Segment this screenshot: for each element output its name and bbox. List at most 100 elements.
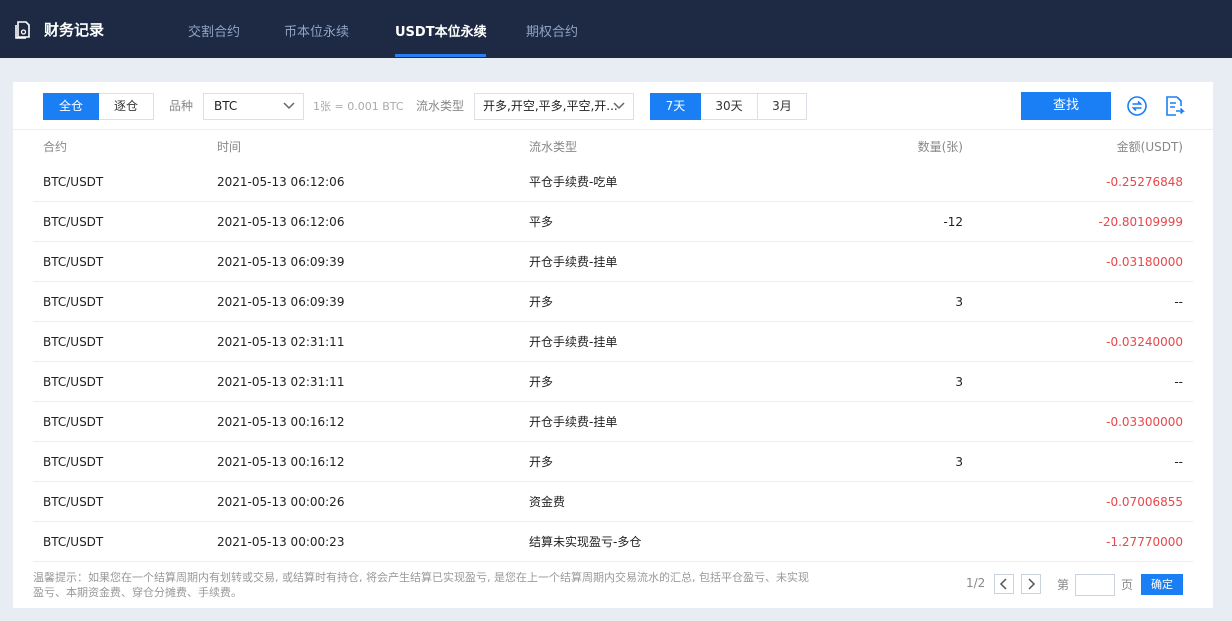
cell-amount: -1.27770000 xyxy=(1106,535,1183,549)
cell-contract: BTC/USDT xyxy=(43,375,104,389)
table-row: BTC/USDT 2021-05-13 00:16:12 开多 3 -- xyxy=(33,442,1193,482)
cell-time: 2021-05-13 06:12:06 xyxy=(217,175,345,189)
page-indicator: 1/2 xyxy=(966,576,986,590)
flow-type-select[interactable]: 开多,开空,平多,平空,开... xyxy=(474,93,634,120)
tab-usdt-margined[interactable]: USDT本位永续 xyxy=(395,0,487,58)
cell-contract: BTC/USDT xyxy=(43,295,104,309)
cell-amount: -- xyxy=(1174,375,1183,389)
tab-options[interactable]: 期权合约 xyxy=(526,0,578,58)
isolated-margin-option[interactable]: 逐仓 xyxy=(99,93,154,120)
col-time: 时间 xyxy=(217,140,242,154)
next-page-button[interactable] xyxy=(1021,574,1041,594)
cell-amount: -0.25276848 xyxy=(1106,175,1183,189)
cell-time: 2021-05-13 06:09:39 xyxy=(217,295,345,309)
table-row: BTC/USDT 2021-05-13 06:09:39 开仓手续费-挂单 -0.03… xyxy=(33,242,1193,282)
table-row: BTC/USDT 2021-05-13 06:09:39 开多 3 -- xyxy=(33,282,1193,322)
flow-type-label: 流水类型 xyxy=(416,99,465,113)
cell-flow-type: 资金费 xyxy=(529,495,566,509)
page-title: 财务记录 xyxy=(44,20,105,39)
symbol-value: BTC xyxy=(214,99,238,113)
brand: 财务记录 xyxy=(12,0,104,58)
table-row: BTC/USDT 2021-05-13 02:31:11 开仓手续费-挂单 -0.03… xyxy=(33,322,1193,362)
cross-margin-option[interactable]: 全仓 xyxy=(43,93,99,120)
confirm-page-button[interactable]: 确定 xyxy=(1141,574,1183,595)
goto-prefix: 第 xyxy=(1057,578,1070,592)
table-body: BTC/USDT 2021-05-13 06:12:06 平仓手续费-吃单 -0.25… xyxy=(33,162,1193,562)
cell-time: 2021-05-13 06:12:06 xyxy=(217,215,345,229)
cell-contract: BTC/USDT xyxy=(43,455,104,469)
position-mode-toggle: 全仓 逐仓 xyxy=(43,93,154,120)
col-amount: 金额(USDT) xyxy=(1116,140,1183,154)
cell-time: 2021-05-13 00:00:23 xyxy=(217,535,345,549)
cell-contract: BTC/USDT xyxy=(43,215,104,229)
table-row: BTC/USDT 2021-05-13 02:31:11 开多 3 -- xyxy=(33,362,1193,402)
symbol-select[interactable]: BTC xyxy=(203,93,304,120)
cell-time: 2021-05-13 06:09:39 xyxy=(217,255,345,269)
tab-coin-margined[interactable]: 币本位永续 xyxy=(284,0,349,58)
prev-page-button[interactable] xyxy=(994,574,1014,594)
range-30d-option[interactable]: 30天 xyxy=(701,93,758,120)
active-tab-indicator xyxy=(395,54,486,57)
cell-flow-type: 开多 xyxy=(529,295,554,309)
table-row: BTC/USDT 2021-05-13 00:00:26 资金费 -0.0700685… xyxy=(33,482,1193,522)
cell-amount: -0.03240000 xyxy=(1106,335,1183,349)
chevron-down-icon xyxy=(613,102,625,110)
cell-amount: -0.03300000 xyxy=(1106,415,1183,429)
cell-flow-type: 开仓手续费-挂单 xyxy=(529,415,618,429)
filter-bar: 全仓 逐仓 品种 BTC 1张 = 0.001 BTC 流水类型 开多,开空,平… xyxy=(13,82,1213,130)
page-number-input[interactable] xyxy=(1075,574,1115,596)
cell-time: 2021-05-13 00:00:26 xyxy=(217,495,345,509)
cell-quantity: -12 xyxy=(943,215,963,229)
cell-flow-type: 结算未实现盈亏-多仓 xyxy=(529,535,642,549)
cell-quantity: 3 xyxy=(955,375,963,389)
tips-line-2: 盈亏、本期资金费、穿仓分摊费、手续费。 xyxy=(33,586,242,599)
range-3m-option[interactable]: 3月 xyxy=(758,93,807,120)
goto-suffix: 页 xyxy=(1121,578,1134,592)
cell-time: 2021-05-13 02:31:11 xyxy=(217,375,345,389)
table-row: BTC/USDT 2021-05-13 00:16:12 开仓手续费-挂单 -0.03… xyxy=(33,402,1193,442)
cell-quantity: 3 xyxy=(955,455,963,469)
cell-contract: BTC/USDT xyxy=(43,255,104,269)
cell-flow-type: 开多 xyxy=(529,375,554,389)
cell-contract: BTC/USDT xyxy=(43,335,104,349)
cell-contract: BTC/USDT xyxy=(43,415,104,429)
swap-icon[interactable] xyxy=(1125,94,1149,118)
col-quantity: 数量(张) xyxy=(917,140,963,154)
cell-amount: -- xyxy=(1174,455,1183,469)
flow-type-value: 开多,开空,平多,平空,开... xyxy=(483,99,618,113)
tips-line-1: 温馨提示：如果您在一个结算周期内有划转或交易, 或结算时有持仓, 将会产生结算已… xyxy=(33,571,809,584)
date-range-toggle: 7天 30天 3月 xyxy=(650,93,807,120)
col-flow-type: 流水类型 xyxy=(529,140,578,154)
search-button[interactable]: 查找 xyxy=(1021,92,1111,120)
export-icon[interactable] xyxy=(1162,94,1186,118)
range-7d-option[interactable]: 7天 xyxy=(650,93,701,120)
cell-contract: BTC/USDT xyxy=(43,535,104,549)
cell-amount: -20.80109999 xyxy=(1098,215,1184,229)
table-header: 合约 时间 流水类型 数量(张) 金额(USDT) xyxy=(33,138,1193,158)
cell-flow-type: 平多 xyxy=(529,215,554,229)
symbol-label: 品种 xyxy=(169,99,194,113)
chevron-left-icon xyxy=(999,578,1007,590)
cell-amount: -- xyxy=(1174,295,1183,309)
tab-delivery[interactable]: 交割合约 xyxy=(188,0,240,58)
cell-flow-type: 开多 xyxy=(529,455,554,469)
table-row: BTC/USDT 2021-05-13 06:12:06 平仓手续费-吃单 -0.25… xyxy=(33,162,1193,202)
col-contract: 合约 xyxy=(43,140,68,154)
cell-contract: BTC/USDT xyxy=(43,175,104,189)
cell-time: 2021-05-13 02:31:11 xyxy=(217,335,345,349)
cell-amount: -0.03180000 xyxy=(1106,255,1183,269)
chevron-right-icon xyxy=(1028,578,1036,590)
cell-amount: -0.07006855 xyxy=(1106,495,1183,509)
records-card: 全仓 逐仓 品种 BTC 1张 = 0.001 BTC 流水类型 开多,开空,平… xyxy=(13,82,1213,608)
tips-note: 温馨提示：如果您在一个结算周期内有划转或交易, 或结算时有持仓, 将会产生结算已… xyxy=(33,570,883,600)
contract-size-hint: 1张 = 0.001 BTC xyxy=(313,100,404,113)
finance-record-icon xyxy=(15,21,30,39)
cell-flow-type: 开仓手续费-挂单 xyxy=(529,335,618,349)
cell-flow-type: 平仓手续费-吃单 xyxy=(529,175,618,189)
table-row: BTC/USDT 2021-05-13 06:12:06 平多 -12 -20.8010… xyxy=(33,202,1193,242)
cell-flow-type: 开仓手续费-挂单 xyxy=(529,255,618,269)
table-row: BTC/USDT 2021-05-13 00:00:23 结算未实现盈亏-多仓 -1.… xyxy=(33,522,1193,562)
cell-time: 2021-05-13 00:16:12 xyxy=(217,455,345,469)
cell-time: 2021-05-13 00:16:12 xyxy=(217,415,345,429)
chevron-down-icon xyxy=(283,102,295,110)
